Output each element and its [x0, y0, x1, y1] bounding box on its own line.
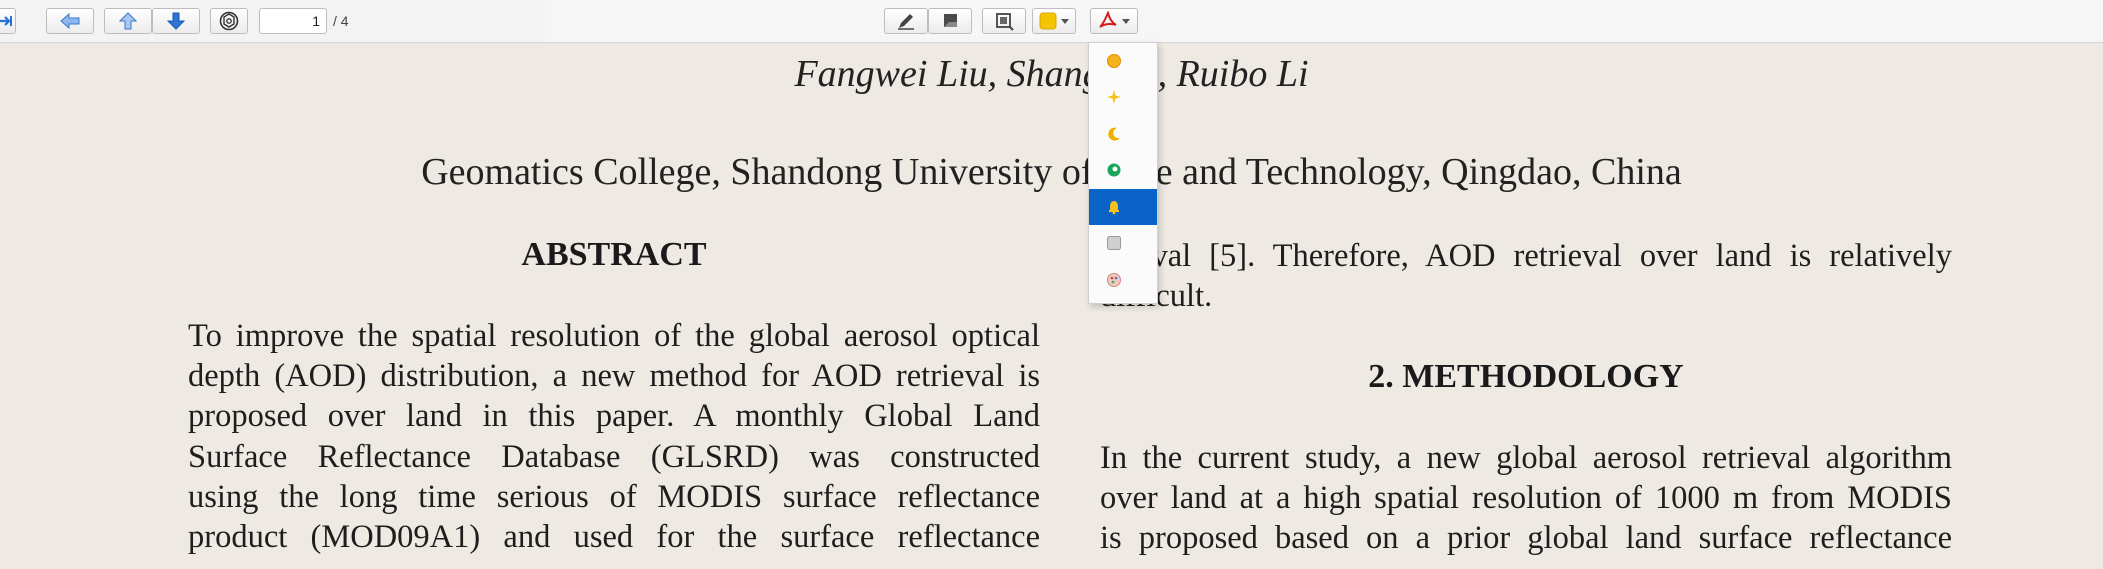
go-to-page-icon — [0, 16, 12, 26]
abstract-line: proposed over land in this paper. A mont… — [188, 398, 1040, 435]
back-button[interactable] — [46, 8, 94, 34]
abstract-paragraph: To improve the spatial resolution of the… — [188, 316, 1040, 557]
snapshot-tool-button[interactable] — [982, 8, 1026, 34]
previous-page-icon — [119, 12, 137, 30]
menu-item-green[interactable] — [1089, 152, 1157, 188]
page-total-label: / 4 — [333, 13, 349, 29]
intro-line: difficult. — [1100, 276, 1952, 316]
abstract-line: depth (AOD) distribution, a new method f… — [188, 358, 1040, 395]
menu-item-bell[interactable] — [1089, 189, 1157, 225]
green-sphere-icon — [1107, 163, 1121, 177]
methodology-line: is proposed based on a prior global land… — [1100, 520, 1952, 557]
acrobat-icon — [1099, 11, 1117, 28]
next-page-icon — [167, 12, 185, 30]
abstract-line: product (MOD09A1) and used for the surfa… — [188, 519, 1040, 556]
highlight-color-button[interactable] — [1032, 8, 1076, 34]
menu-item-sparkle[interactable] — [1089, 79, 1157, 115]
methodology-heading: 2. METHODOLOGY — [1368, 358, 1684, 395]
menu-item-gray[interactable] — [1089, 225, 1157, 261]
abstract-line: To improve the spatial resolution of the… — [188, 318, 1040, 354]
affiliation-line: Geomatics College, Shandong University o… — [421, 151, 1682, 193]
chatgpt-button[interactable] — [210, 8, 248, 34]
abstract-line: Surface Reflectance Database (GLSRD) was… — [188, 438, 1040, 475]
color-square-icon — [1039, 12, 1057, 30]
snapshot-icon — [996, 13, 1014, 31]
sparkle-icon — [1107, 90, 1121, 104]
pdf-toolbar: 1 / 4 — [0, 0, 2103, 43]
previous-page-button[interactable] — [104, 8, 152, 34]
pen-tool-button[interactable] — [884, 8, 928, 34]
stamp-icon — [944, 14, 957, 27]
stamp-tool-button[interactable] — [928, 8, 972, 34]
page-number-input[interactable]: 1 — [259, 8, 327, 34]
menu-item-sun[interactable] — [1089, 43, 1157, 79]
next-page-button[interactable] — [152, 8, 200, 34]
methodology-line: In the current study, a new global aeros… — [1100, 440, 1952, 476]
acrobat-dropdown-menu — [1088, 42, 1158, 304]
intro-line: ieval [5]. Therefore, AOD retrieval over… — [1128, 238, 1952, 274]
menu-item-palette[interactable] — [1089, 262, 1157, 298]
authors-line: Fangwei Liu, Shang Jia, Ruibo Li — [794, 53, 1309, 95]
right-column-intro: ieval [5]. Therefore, AOD retrieval over… — [1100, 236, 1952, 316]
methodology-paragraph: In the current study, a new global aeros… — [1100, 438, 1952, 559]
gray-square-icon — [1107, 236, 1121, 250]
acrobat-menu-button[interactable] — [1090, 8, 1138, 34]
menu-item-moon[interactable] — [1089, 116, 1157, 152]
sun-icon — [1107, 54, 1121, 68]
pen-icon — [898, 14, 914, 30]
methodology-line: over land at a high spatial resolution o… — [1100, 480, 1952, 517]
abstract-line: using the long time serious of MODIS sur… — [188, 478, 1040, 515]
dropdown-caret-icon — [1122, 18, 1130, 24]
palette-icon — [1107, 273, 1121, 287]
chatgpt-icon — [219, 11, 239, 31]
back-arrow-icon — [60, 13, 80, 29]
bell-icon — [1109, 201, 1119, 215]
dropdown-caret-icon — [1061, 18, 1069, 24]
abstract-heading: ABSTRACT — [521, 236, 707, 273]
moon-icon — [1108, 127, 1120, 141]
go-to-page-button[interactable] — [0, 8, 16, 34]
